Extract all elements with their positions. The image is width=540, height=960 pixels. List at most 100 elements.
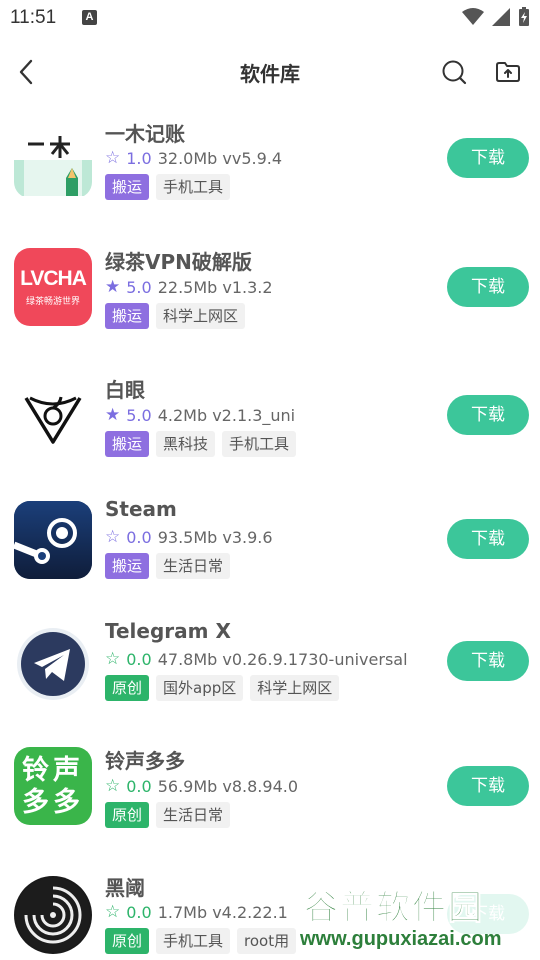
category-tag[interactable]: root用 xyxy=(237,928,297,954)
app-icon-yimu xyxy=(14,120,92,198)
app-icon-lvcha: LVCHA 绿茶畅游世界 xyxy=(14,248,92,326)
app-version: v8.8.94.0 xyxy=(222,776,299,796)
status-icons xyxy=(462,7,530,27)
list-item[interactable]: 一木记账 ☆ 1.0 32.0Mb vv5.9.4 搬运 手机工具 下载 xyxy=(0,106,540,216)
notification-icon: A xyxy=(82,10,97,25)
filled-star-icon: ★ xyxy=(105,405,121,425)
tag-list: 搬运 科学上网区 xyxy=(105,303,246,329)
hollow-star-icon: ☆ xyxy=(105,148,121,168)
app-rating: 5.0 xyxy=(126,405,152,425)
search-icon xyxy=(442,60,467,85)
source-tag: 搬运 xyxy=(105,174,150,200)
category-tag[interactable]: 科学上网区 xyxy=(156,303,246,329)
app-version: v1.3.2 xyxy=(222,277,273,297)
category-tag[interactable]: 生活日常 xyxy=(156,802,231,828)
app-version: v3.9.6 xyxy=(222,527,273,547)
download-button[interactable]: 下载 xyxy=(447,267,529,307)
hollow-star-icon: ☆ xyxy=(105,776,121,796)
tag-list: 原创 生活日常 xyxy=(105,802,231,828)
app-name: 黑阈 xyxy=(105,876,145,900)
app-name: Telegram X xyxy=(105,619,231,643)
app-size: 47.8Mb xyxy=(157,649,218,669)
app-size: 93.5Mb xyxy=(157,527,218,547)
status-bar: 11:51 A xyxy=(0,0,540,36)
app-header: 软件库 xyxy=(0,40,540,104)
list-item[interactable]: Steam ☆ 0.0 93.5Mb v3.9.6 搬运 生活日常 下载 xyxy=(0,487,540,597)
app-rating: 0.0 xyxy=(126,776,152,796)
category-tag[interactable]: 科学上网区 xyxy=(250,675,340,701)
filled-star-icon: ★ xyxy=(105,277,121,297)
download-button[interactable]: 下载 xyxy=(447,641,529,681)
list-item[interactable]: LVCHA 绿茶畅游世界 绿茶VPN破解版 ★ 5.0 22.5Mb v1.3.… xyxy=(0,234,540,344)
app-version: v0.26.9.1730-universal xyxy=(222,649,408,669)
category-tag[interactable]: 手机工具 xyxy=(222,431,297,457)
app-version: vv5.9.4 xyxy=(222,148,283,168)
list-item[interactable]: 白眼 ★ 5.0 4.2Mb v2.1.3_uni 搬运 黑科技 手机工具 下载 xyxy=(0,362,540,472)
app-size: 1.7Mb xyxy=(157,902,208,922)
signal-icon xyxy=(492,8,510,26)
download-button[interactable]: 下载 xyxy=(447,138,529,178)
icon-text: 铃声多多 xyxy=(22,755,84,818)
status-time: 11:51 xyxy=(10,7,57,28)
source-tag: 原创 xyxy=(105,675,150,701)
app-name: 铃声多多 xyxy=(105,749,185,773)
app-icon-baiyan xyxy=(14,376,92,454)
download-button[interactable]: 下载 xyxy=(447,766,529,806)
hollow-star-icon: ☆ xyxy=(105,649,121,669)
battery-icon xyxy=(519,7,529,26)
download-button[interactable]: 下载 xyxy=(447,519,529,559)
upload-folder-icon xyxy=(496,62,520,82)
watermark: 谷普软件园 www.gupuxiazai.com xyxy=(296,876,540,960)
app-icon-lingsheng: 铃声多多 xyxy=(14,747,92,825)
app-meta: ★ 5.0 22.5Mb v1.3.2 xyxy=(105,277,273,297)
app-name: 白眼 xyxy=(105,378,145,402)
app-name: 绿茶VPN破解版 xyxy=(105,250,252,274)
category-tag[interactable]: 生活日常 xyxy=(156,553,231,579)
search-button[interactable] xyxy=(438,56,470,88)
list-item[interactable]: 铃声多多 铃声多多 ☆ 0.0 56.9Mb v8.8.94.0 原创 生活日常… xyxy=(0,733,540,843)
icon-subtext: 绿茶畅游世界 xyxy=(25,297,80,307)
app-rating: 1.0 xyxy=(126,148,152,168)
list-item[interactable]: Telegram X ☆ 0.0 47.8Mb v0.26.9.1730-uni… xyxy=(0,609,540,719)
tag-list: 搬运 生活日常 xyxy=(105,553,231,579)
source-tag: 原创 xyxy=(105,802,150,828)
tag-list: 搬运 手机工具 xyxy=(105,174,231,200)
app-meta: ★ 5.0 4.2Mb v2.1.3_uni xyxy=(105,405,295,425)
app-version: v4.2.22.1 xyxy=(212,902,288,922)
source-tag: 搬运 xyxy=(105,303,150,329)
app-size: 22.5Mb xyxy=(157,277,218,297)
category-tag[interactable]: 手机工具 xyxy=(156,928,231,954)
app-meta: ☆ 0.0 1.7Mb v4.2.22.1 xyxy=(105,902,288,922)
wifi-icon xyxy=(462,8,484,25)
app-size: 4.2Mb xyxy=(157,405,208,425)
app-version: v2.1.3_uni xyxy=(212,405,296,425)
tag-list: 搬运 黑科技 手机工具 xyxy=(105,431,297,457)
app-size: 56.9Mb xyxy=(157,776,218,796)
app-rating: 0.0 xyxy=(126,902,152,922)
app-meta: ☆ 1.0 32.0Mb vv5.9.4 xyxy=(105,148,282,168)
app-icon-heiyu xyxy=(14,876,92,954)
source-tag: 原创 xyxy=(105,928,150,954)
download-button[interactable]: 下载 xyxy=(447,395,529,435)
app-icon-telegram xyxy=(14,625,92,703)
app-icon-steam xyxy=(14,501,92,579)
app-name: Steam xyxy=(105,497,177,521)
app-meta: ☆ 0.0 47.8Mb v0.26.9.1730-universal xyxy=(105,649,408,669)
icon-text: LVCHA xyxy=(20,267,87,290)
watermark-url: www.gupuxiazai.com xyxy=(300,928,502,950)
upload-button[interactable] xyxy=(492,56,524,88)
category-tag[interactable]: 黑科技 xyxy=(156,431,216,457)
tag-list: 原创 手机工具 root用 xyxy=(105,928,297,954)
watermark-text: 谷普软件园 xyxy=(304,888,484,929)
app-name: 一木记账 xyxy=(105,122,185,146)
app-meta: ☆ 0.0 56.9Mb v8.8.94.0 xyxy=(105,776,298,796)
category-tag[interactable]: 手机工具 xyxy=(156,174,231,200)
hollow-star-icon: ☆ xyxy=(105,902,121,922)
app-meta: ☆ 0.0 93.5Mb v3.9.6 xyxy=(105,527,273,547)
source-tag: 搬运 xyxy=(105,431,150,457)
hollow-star-icon: ☆ xyxy=(105,527,121,547)
tag-list: 原创 国外app区 科学上网区 xyxy=(105,675,340,701)
app-rating: 5.0 xyxy=(126,277,152,297)
source-tag: 搬运 xyxy=(105,553,150,579)
category-tag[interactable]: 国外app区 xyxy=(156,675,244,701)
